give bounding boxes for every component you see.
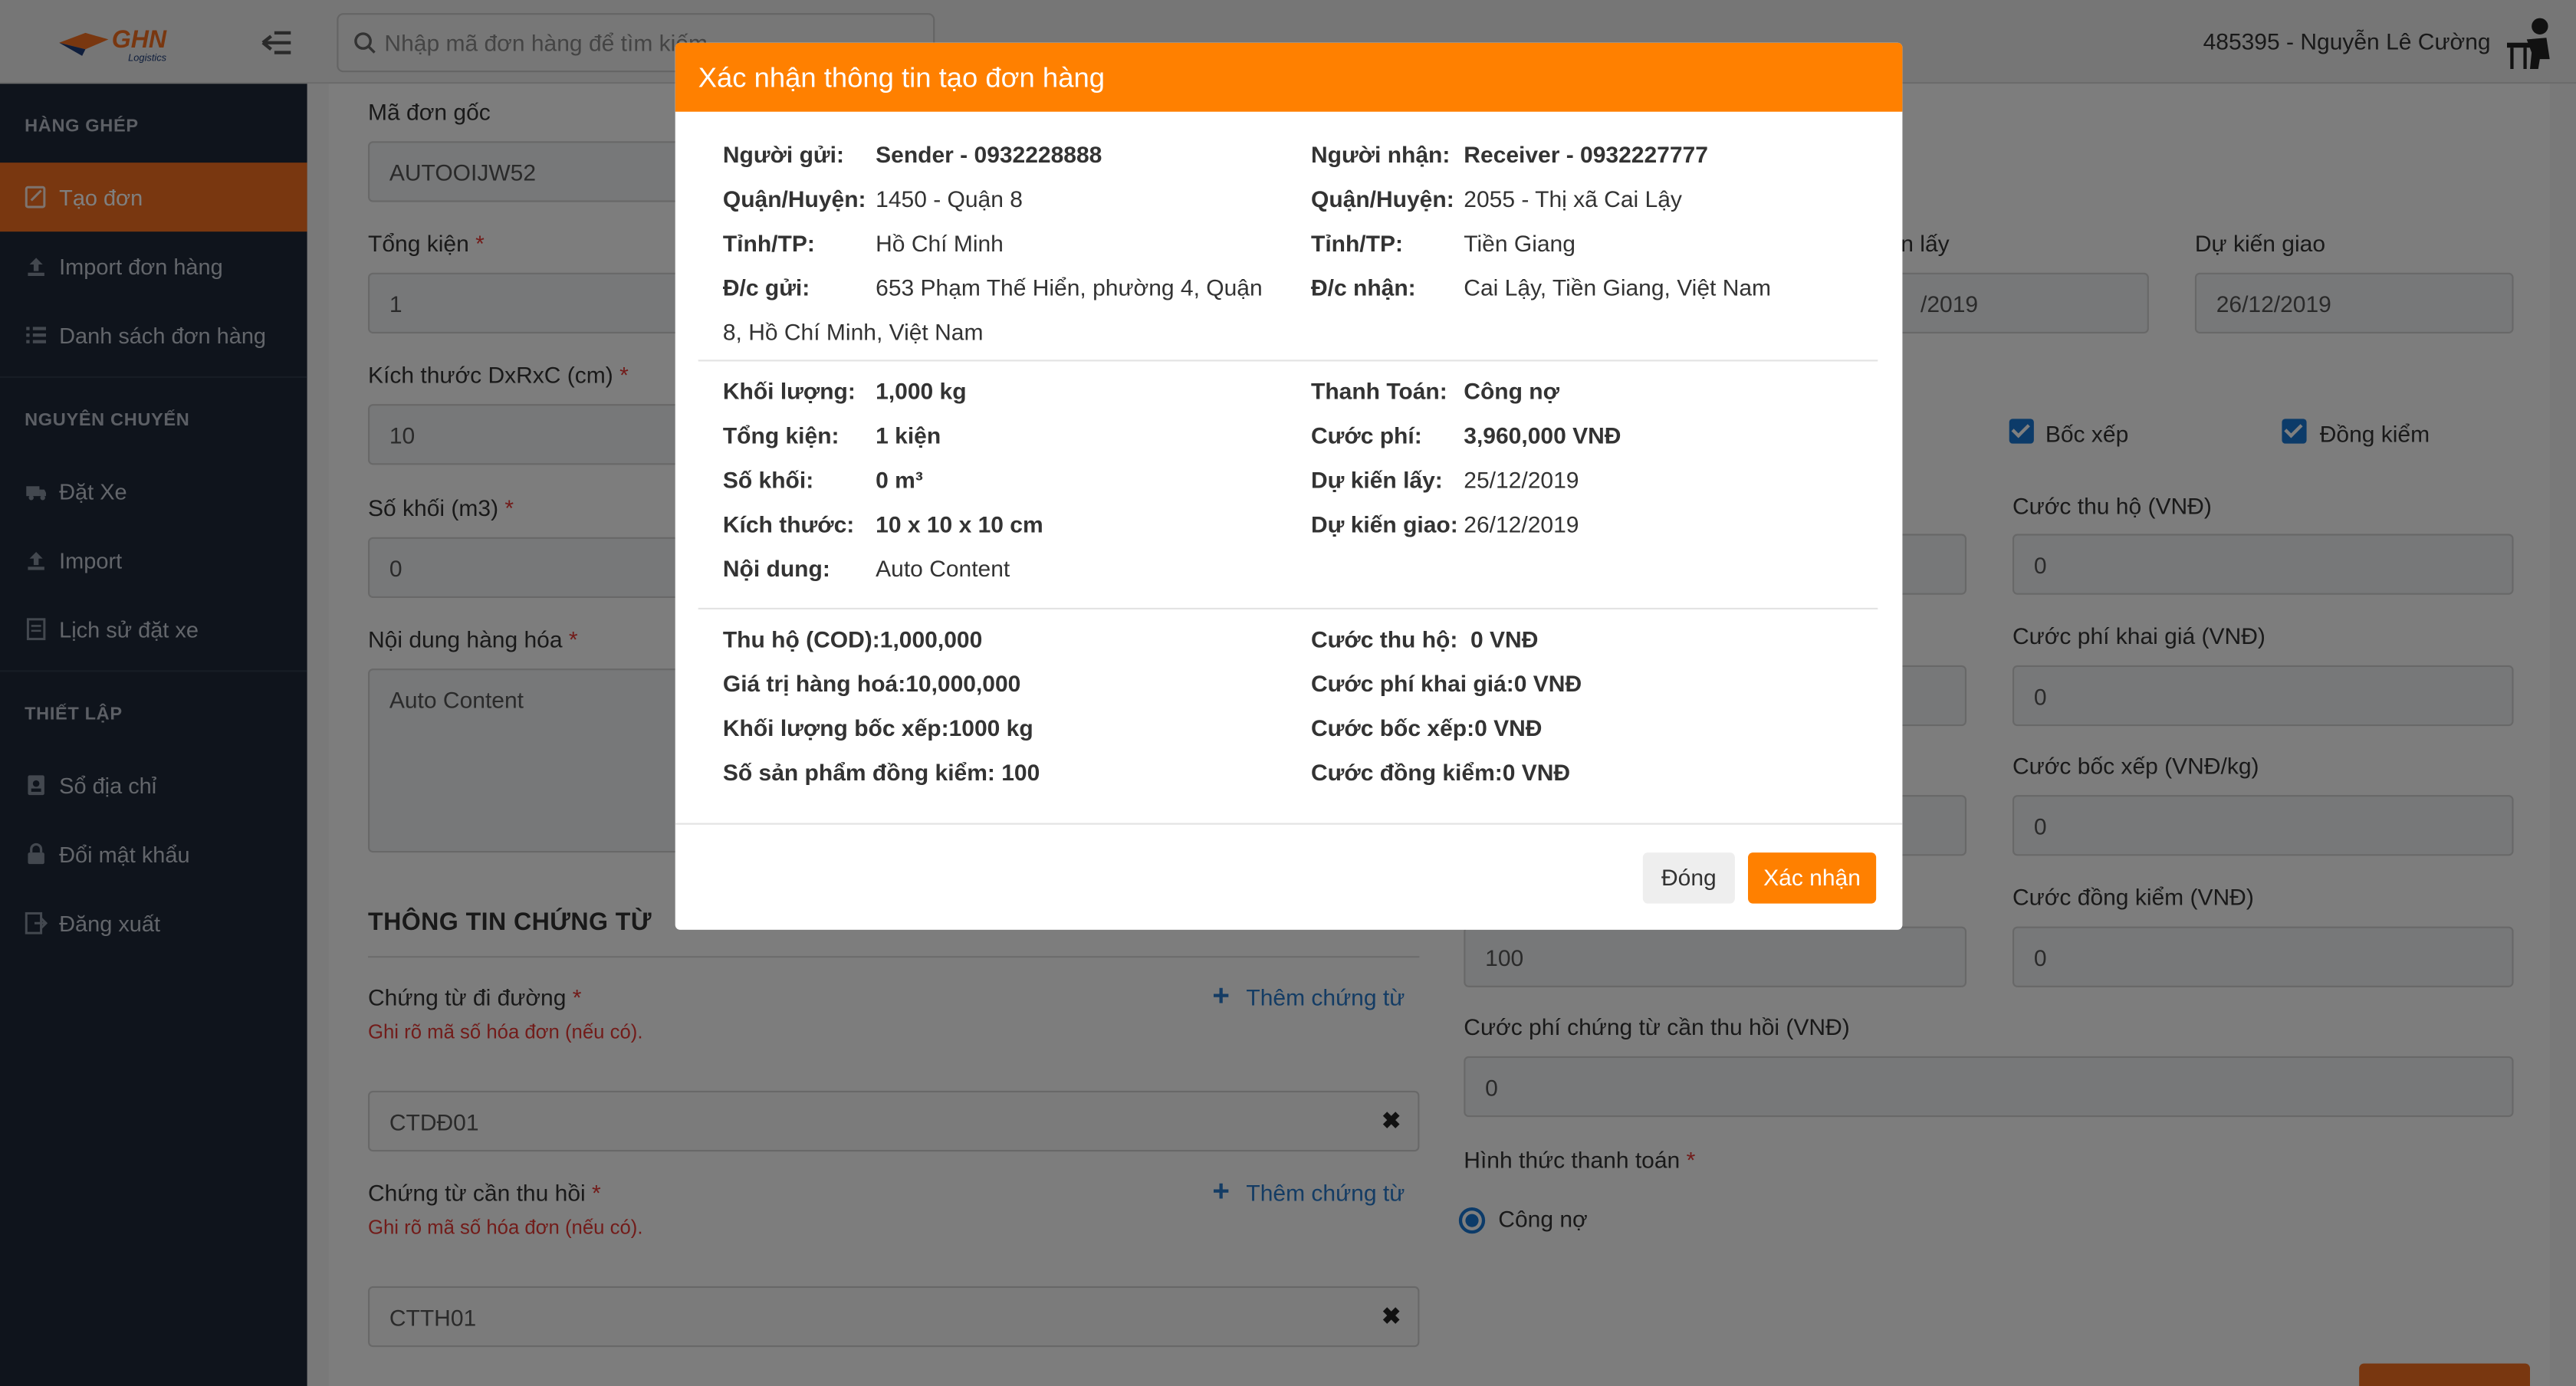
modal-footer-divider xyxy=(675,823,1903,825)
modal-divider xyxy=(698,607,1878,609)
modal-divider xyxy=(698,360,1878,362)
content-row: Nội dung: Auto Content xyxy=(723,555,1010,581)
modal-title: Xác nhận thông tin tạo đơn hàng xyxy=(675,42,1903,112)
sender-row: Người gửi: Sender - 0932228888 xyxy=(723,141,1102,167)
delivery-date-value: 26/12/2019 xyxy=(1464,511,1579,537)
receiver-district-row: Quận/Huyện: 2055 - Thị xã Cai Lậy xyxy=(1311,186,1682,212)
receiver-key: Người nhận: xyxy=(1311,141,1451,168)
packages-value: 1 kiện xyxy=(876,422,941,448)
pickup-date-row: Dự kiến lấy: 25/12/2019 xyxy=(1311,467,1579,493)
inspection-fee-row: Cước đồng kiểm:0 VNĐ xyxy=(1311,758,1571,786)
loading-weight-row: Khối lượng bốc xếp:1000 kg xyxy=(722,714,1033,741)
sender-province-row: Tỉnh/TP: Hồ Chí Minh xyxy=(723,230,1004,256)
content-key: Nội dung: xyxy=(722,555,830,582)
sender-district-key: Quận/Huyện: xyxy=(722,186,866,212)
receiver-address-value: Cai Lậy, Tiền Giang, Việt Nam xyxy=(1464,274,1772,301)
content-value: Auto Content xyxy=(876,555,1010,582)
receiver-district-key: Quận/Huyện: xyxy=(1311,186,1454,212)
receiver-address-row: Đ/c nhận: Cai Lậy, Tiền Giang, Việt Nam xyxy=(1311,274,1771,301)
goods-value-row: Giá trị hàng hoá:10,000,000 xyxy=(722,670,1021,697)
inspection-qty-row: Số sản phẩm đồng kiểm: 100 xyxy=(722,758,1040,786)
cod-row: Thu hộ (COD):1,000,000 xyxy=(722,626,983,652)
delivery-date-row: Dự kiến giao: 26/12/2019 xyxy=(1311,511,1579,537)
pickup-date-key: Dự kiến lấy: xyxy=(1311,466,1443,493)
sender-key: Người gửi: xyxy=(722,141,844,168)
sender-value: Sender - 0932228888 xyxy=(876,141,1102,168)
receiver-province-key: Tỉnh/TP: xyxy=(1311,230,1403,257)
volume-key: Số khối: xyxy=(722,466,814,493)
declared-value-fee-row: Cước phí khai giá:0 VNĐ xyxy=(1311,670,1582,697)
dimension-row: Kích thước: 10 x 10 x 10 cm xyxy=(723,511,1043,537)
sender-province-value: Hồ Chí Minh xyxy=(876,230,1004,257)
app-stage: GHN Logistics 485395 - Nguyễn Lê Cường H… xyxy=(0,0,2576,1386)
receiver-row: Người nhận: Receiver - 0932227777 xyxy=(1311,141,1708,167)
fee-row: Cước phí: 3,960,000 VNĐ xyxy=(1311,422,1621,448)
sender-district-row: Quận/Huyện: 1450 - Quận 8 xyxy=(723,186,1023,212)
dimension-key: Kích thước: xyxy=(722,511,855,537)
volume-row: Số khối: 0 m³ xyxy=(723,467,923,493)
close-button[interactable]: Đóng xyxy=(1642,852,1735,904)
packages-row: Tổng kiện: 1 kiện xyxy=(723,422,941,448)
weight-row: Khối lượng: 1,000 kg xyxy=(723,378,967,404)
volume-value: 0 m³ xyxy=(876,466,923,493)
receiver-district-value: 2055 - Thị xã Cai Lậy xyxy=(1464,186,1682,212)
cod-fee-row: Cước thu hộ: 0 VNĐ xyxy=(1311,626,1539,652)
sender-address-value: 653 Phạm Thế Hiển, phường 4, Quận xyxy=(876,274,1263,301)
payment-value: Công nợ xyxy=(1464,377,1559,405)
receiver-province-row: Tỉnh/TP: Tiền Giang xyxy=(1311,230,1576,256)
receiver-address-key: Đ/c nhận: xyxy=(1311,274,1416,301)
sender-address-cont: 8, Hồ Chí Minh, Việt Nam xyxy=(722,318,984,345)
sender-district-value: 1450 - Quận 8 xyxy=(876,186,1023,212)
fee-value: 3,960,000 VNĐ xyxy=(1464,422,1622,448)
sender-address-row: Đ/c gửi: 653 Phạm Thế Hiển, phường 4, Quậ… xyxy=(723,274,1263,301)
payment-row: Thanh Toán: Công nợ xyxy=(1311,378,1559,404)
fee-key: Cước phí: xyxy=(1311,422,1422,448)
delivery-date-key: Dự kiến giao: xyxy=(1311,511,1458,537)
payment-key: Thanh Toán: xyxy=(1311,377,1447,405)
confirm-button[interactable]: Xác nhận xyxy=(1748,852,1877,904)
weight-key: Khối lượng: xyxy=(722,377,856,405)
dimension-value: 10 x 10 x 10 cm xyxy=(876,511,1043,537)
sender-address-key: Đ/c gửi: xyxy=(722,274,810,301)
receiver-province-value: Tiền Giang xyxy=(1464,230,1576,257)
confirm-modal: Xác nhận thông tin tạo đơn hàng Người gử… xyxy=(675,42,1903,930)
pickup-date-value: 25/12/2019 xyxy=(1464,466,1579,493)
weight-value: 1,000 kg xyxy=(876,377,967,405)
receiver-value: Receiver - 0932227777 xyxy=(1464,141,1708,168)
loading-fee-row: Cước bốc xếp:0 VNĐ xyxy=(1311,714,1543,741)
packages-key: Tổng kiện: xyxy=(722,422,840,448)
sender-province-key: Tỉnh/TP: xyxy=(722,230,815,257)
